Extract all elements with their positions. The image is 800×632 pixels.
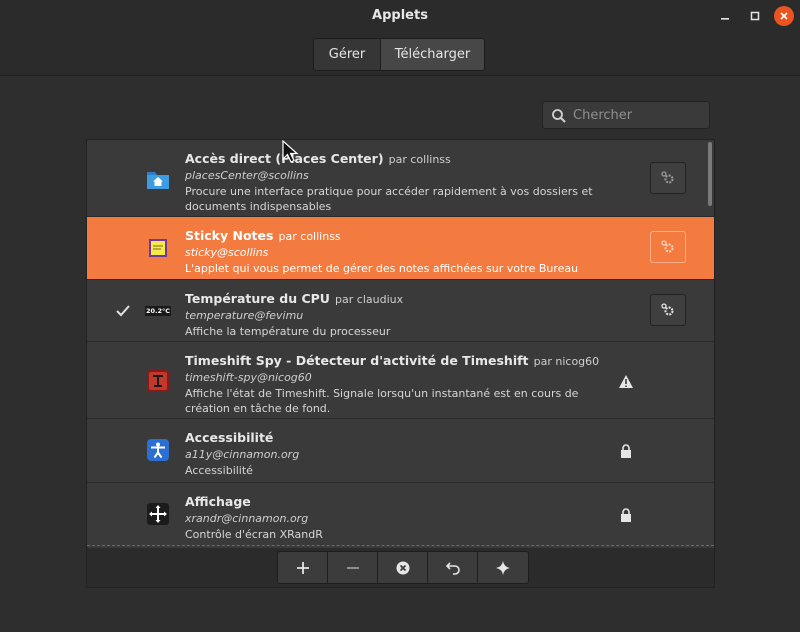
scrollbar[interactable] (708, 142, 712, 206)
add-button[interactable] (278, 552, 328, 583)
applet-author: par collinss (388, 153, 451, 166)
applet-description: L'applet qui vous permet de gérer des no… (185, 262, 579, 275)
minimize-icon (721, 18, 729, 20)
list-item-selected[interactable]: Sticky Notes par collinss sticky@scollin… (87, 217, 714, 280)
more-applets-button[interactable] (478, 552, 528, 583)
remove-button[interactable] (328, 552, 378, 583)
window-title: Applets (372, 8, 428, 23)
applet-name: Sticky Notes (185, 228, 274, 243)
view-switcher: Gérer Télécharger (313, 38, 485, 71)
add-icon (296, 561, 309, 574)
applet-text: Accessibilité a11y@cinnamon.org Accessib… (185, 427, 605, 478)
gear-icon (661, 303, 674, 316)
applet-description: Procure une interface pratique pour accé… (185, 185, 593, 213)
sticky-note-icon (145, 235, 171, 261)
configure-button[interactable] (650, 294, 686, 326)
tab-manage[interactable]: Gérer (314, 39, 381, 70)
minimize-button[interactable] (715, 6, 735, 26)
applet-text: Température du CPU par claudiux temperat… (185, 288, 605, 339)
toolbar-button-group (277, 551, 529, 584)
mouse-cursor-icon (282, 140, 299, 163)
more-applets-icon (496, 560, 510, 575)
list-item[interactable]: Accès direct (Places Center) par collins… (87, 140, 714, 217)
temperature-icon: 20.2°C (145, 298, 172, 324)
bottom-toolbar (86, 548, 715, 588)
configure-button[interactable] (650, 231, 686, 263)
applet-text: Accès direct (Places Center) par collins… (185, 148, 605, 214)
gear-icon (661, 171, 674, 184)
applet-description: Contrôle d'écran XRandR (185, 528, 323, 541)
applet-text: Timeshift Spy - Détecteur d'activité de … (185, 350, 605, 416)
remove-icon (346, 566, 359, 569)
applet-uuid: temperature@fevimu (185, 309, 304, 322)
maximize-button[interactable] (745, 6, 765, 26)
warning-icon (619, 375, 633, 388)
applet-uuid: placesCenter@scollins (185, 169, 309, 182)
search-placeholder: Chercher (573, 108, 633, 123)
list-item[interactable]: Timeshift Spy - Détecteur d'activité de … (87, 342, 714, 419)
list-item[interactable]: 20.2°C Température du CPU par claudiux t… (87, 280, 714, 342)
accessibility-icon (145, 437, 171, 463)
search-input[interactable]: Chercher (542, 101, 710, 129)
applet-author: par claudiux (335, 293, 404, 306)
restore-button[interactable] (428, 552, 478, 583)
applet-text: Affichage xrandr@cinnamon.org Contrôle d… (185, 491, 605, 542)
applet-name: Température du CPU (185, 291, 330, 306)
applet-uuid: xrandr@cinnamon.org (185, 512, 309, 525)
checkmark-icon (116, 305, 130, 317)
restore-icon (445, 561, 460, 575)
applet-author: par nicog60 (533, 355, 600, 368)
applet-name: Timeshift Spy - Détecteur d'activité de … (185, 353, 529, 368)
lock-icon (621, 508, 631, 522)
applet-text: Sticky Notes par collinss sticky@scollin… (185, 225, 605, 276)
uninstall-button[interactable] (378, 552, 428, 583)
close-button[interactable] (774, 6, 794, 26)
applet-description: Affiche l'état de Timeshift. Signale lor… (185, 387, 579, 415)
gear-icon (661, 240, 674, 253)
titlebar: Applets Gérer Télécharger (0, 0, 800, 76)
applet-list[interactable]: Accès direct (Places Center) par collins… (86, 139, 715, 549)
uninstall-icon (396, 561, 409, 574)
applet-name: Accessibilité (185, 430, 274, 445)
applet-description: Accessibilité (185, 464, 253, 477)
maximize-icon (750, 11, 760, 21)
list-item[interactable]: Affichage xrandr@cinnamon.org Contrôle d… (87, 483, 714, 548)
applet-uuid: sticky@scollins (185, 246, 269, 259)
applet-uuid: a11y@cinnamon.org (185, 448, 300, 461)
applet-uuid: timeshift-spy@nicog60 (185, 371, 312, 384)
close-icon (780, 12, 788, 20)
tab-download[interactable]: Télécharger (381, 39, 484, 70)
applet-name: Affichage (185, 494, 251, 509)
applet-author: par collinss (278, 230, 341, 243)
display-icon (145, 501, 171, 527)
list-item[interactable]: Accessibilité a11y@cinnamon.org Accessib… (87, 419, 714, 483)
list-divider (87, 545, 714, 546)
folder-home-icon (145, 166, 171, 192)
configure-button[interactable] (650, 162, 686, 194)
lock-icon (621, 444, 631, 458)
temperature-icon-text: 20.2°C (145, 306, 172, 316)
applet-description: Affiche la température du processeur (185, 325, 391, 338)
timeshift-icon (145, 368, 171, 394)
search-icon (552, 109, 566, 123)
